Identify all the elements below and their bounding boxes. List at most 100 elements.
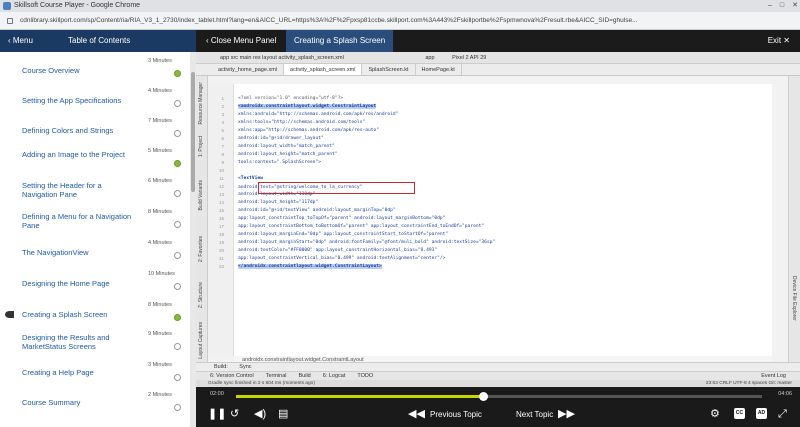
toc-item-label[interactable]: Designing the Home Page	[22, 279, 132, 288]
tool-window-label: Build Variants	[198, 180, 204, 211]
run-config: app	[425, 55, 435, 61]
line-number: 16	[218, 216, 224, 221]
completed-status-icon	[174, 314, 181, 321]
close-menu-panel-button[interactable]: ‹ Close Menu Panel	[206, 30, 276, 52]
tool-tab: 6: Logcat	[322, 373, 346, 379]
line-number: 22	[218, 264, 224, 269]
toc-item-label[interactable]: Creating a Help Page	[22, 368, 132, 377]
maximize-icon[interactable]: □	[780, 0, 784, 12]
browser-title-bar: Skillsoft Course Player - Google Chrome …	[0, 0, 800, 12]
time-elapsed: 02:00	[210, 391, 224, 397]
incomplete-status-icon	[174, 221, 181, 228]
toc-item-duration: 8 Minutes	[148, 209, 172, 215]
line-number: 6	[221, 136, 224, 141]
pause-icon[interactable]: ❚❚	[208, 408, 226, 420]
toc-item-duration: 4 Minutes	[148, 88, 172, 94]
replay-icon[interactable]: ↺	[230, 408, 239, 420]
tool-window-label: Z: Structure	[198, 282, 204, 309]
tool-window-label: Device File Explorer	[791, 276, 797, 321]
status-info: 23:63 CRLF UTF-8 4 spaces Git: master	[705, 381, 792, 386]
build-bar: Build: Sync	[196, 362, 800, 371]
incomplete-status-icon	[174, 130, 181, 137]
toc-sidebar: Course Overview 3 Minutes Setting the Ap…	[0, 52, 196, 427]
toc-item-label[interactable]: Designing the Results and MarketStatus S…	[22, 333, 132, 351]
completed-status-icon	[174, 160, 181, 167]
toc-item-label[interactable]: Setting the App Specifications	[22, 96, 132, 105]
ide-navigation-bar: app src main res layout activity_splash_…	[196, 52, 800, 64]
url-text[interactable]: cdnlibrary.skillport.com/sp/Content/ria/…	[20, 17, 638, 24]
toc-item[interactable]: Course Overview 3 Minutes	[0, 58, 190, 88]
toc-item-duration: 3 Minutes	[148, 362, 172, 368]
toc-item[interactable]: Designing the Home Page 10 Minutes	[0, 271, 190, 301]
completed-status-icon	[174, 70, 181, 77]
close-window-icon[interactable]: ✕	[792, 0, 798, 12]
scrollbar-thumb[interactable]	[191, 72, 195, 192]
ide-status-bar: Gradle sync finished in 2 s 604 ms (mome…	[196, 380, 800, 387]
line-number: 12	[218, 184, 224, 189]
toc-item[interactable]: Defining Colors and Strings 7 Minutes	[0, 118, 190, 148]
line-number: 11	[219, 176, 224, 181]
previous-topic-button[interactable]: Previous Topic	[430, 410, 482, 419]
toc-item-duration: 5 Minutes	[148, 148, 172, 154]
line-number: 14	[218, 200, 224, 205]
toc-item-label[interactable]: Adding an Image to the Project	[22, 150, 132, 159]
toc-item-label[interactable]: The NavigationView	[22, 248, 132, 257]
previous-topic-icon[interactable]: ◀◀	[408, 408, 425, 420]
toc-item[interactable]: Adding an Image to the Project 5 Minutes	[0, 148, 190, 178]
volume-icon[interactable]: ◀)	[254, 408, 266, 420]
minimize-icon[interactable]: –	[768, 0, 772, 12]
exit-button[interactable]: Exit ✕	[768, 30, 790, 52]
progress-knob[interactable]	[479, 392, 489, 401]
transcript-icon[interactable]: ▤	[278, 408, 288, 420]
xml-code-editor[interactable]: <?xml version="1.0" encoding="utf-8"?> <…	[234, 84, 772, 356]
toc-item-label[interactable]: Setting the Header for a Navigation Pane	[22, 181, 132, 199]
toc-item-label[interactable]: Creating a Splash Screen	[22, 310, 132, 319]
line-number: 13	[218, 192, 224, 197]
toc-item-label[interactable]: Defining a Menu for a Navigation Pane	[22, 212, 132, 230]
toc-item[interactable]: Designing the Results and MarketStatus S…	[0, 331, 190, 361]
cc-button[interactable]: CC	[734, 408, 745, 419]
toc-item-label[interactable]: Course Summary	[22, 398, 132, 407]
ad-button[interactable]: AD	[756, 408, 767, 419]
code-line: <TextView	[238, 176, 263, 181]
tool-tab: TODO	[357, 373, 374, 379]
toc-item-label[interactable]: Course Overview	[22, 66, 132, 75]
address-bar[interactable]: cdnlibrary.skillport.com/sp/Content/ria/…	[0, 12, 800, 30]
line-number: 5	[221, 128, 224, 133]
code-line: xmlns:tools="http://schemas.android.com/…	[238, 120, 366, 125]
course-player-window: Skillsoft Course Player - Google Chrome …	[0, 0, 800, 427]
incomplete-status-icon	[174, 252, 181, 259]
device-selector: Pixel 2 API 29	[452, 55, 487, 61]
code-line: app:layout_constraintVertical_bias="0.49…	[238, 256, 446, 261]
progress-bar[interactable]	[236, 392, 762, 401]
next-topic-icon[interactable]: ▶▶	[558, 408, 575, 420]
toc-item[interactable]: Course Summary 2 Minutes	[0, 392, 190, 422]
line-number: 15	[218, 208, 224, 213]
toc-item[interactable]: Defining a Menu for a Navigation Pane 8 …	[0, 209, 190, 239]
code-line: android:layout_marginEnd="0dp" app:layou…	[238, 232, 449, 237]
next-topic-button[interactable]: Next Topic	[516, 410, 553, 419]
line-number: 20	[218, 248, 224, 253]
toc-item-duration: 2 Minutes	[148, 392, 172, 398]
toc-item[interactable]: Creating a Help Page 3 Minutes	[0, 362, 190, 392]
toc-item-duration: 4 Minutes	[148, 240, 172, 246]
fullscreen-icon[interactable]: ⤢	[778, 408, 787, 420]
line-number: 7	[221, 144, 224, 149]
code-line: <androidx.constraintlayout.widget.Constr…	[238, 104, 377, 109]
topic-title: Creating a Splash Screen	[286, 30, 394, 52]
highlight-box	[258, 182, 415, 194]
toc-item-duration: 7 Minutes	[148, 118, 172, 124]
toc-item[interactable]: The NavigationView 4 Minutes	[0, 240, 190, 270]
toc-item-current[interactable]: Creating a Splash Screen 8 Minutes	[0, 302, 190, 332]
toc-item[interactable]: Setting the Header for a Navigation Pane…	[0, 178, 190, 208]
line-number: 1	[221, 96, 224, 101]
ide-right-tool-strip: Device File Explorer	[788, 76, 800, 366]
progress-fill	[236, 395, 484, 398]
toc-item-label[interactable]: Defining Colors and Strings	[22, 126, 132, 135]
incomplete-status-icon	[174, 343, 181, 350]
toc-title: Table of Contents	[68, 36, 131, 45]
menu-button[interactable]: ‹ Menu	[8, 36, 33, 45]
toc-item[interactable]: Setting the App Specifications 4 Minutes	[0, 88, 190, 118]
android-studio-video-frame: app src main res layout activity_splash_…	[196, 52, 800, 387]
settings-gear-icon[interactable]: ⚙	[710, 408, 720, 420]
